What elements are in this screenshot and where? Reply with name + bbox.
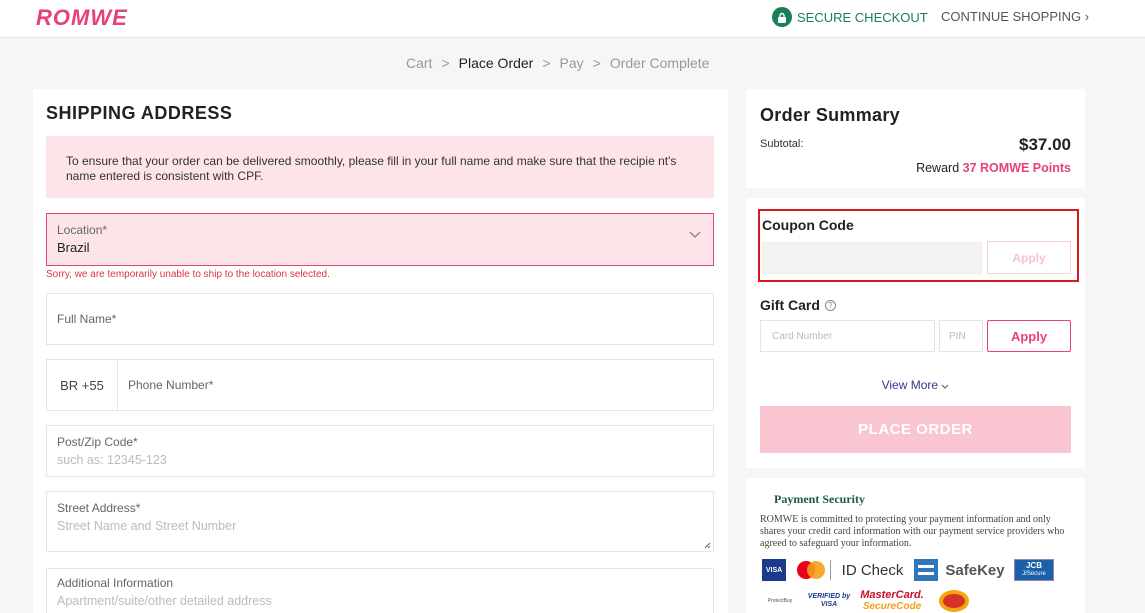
street-address-field[interactable]: Street Address* Street Name and Street N… (46, 491, 714, 552)
secure-checkout-label: SECURE CHECKOUT (797, 9, 928, 25)
subtotal-label: Subtotal: (760, 138, 804, 150)
view-more-label: View More (881, 378, 939, 392)
lock-icon (772, 7, 792, 27)
reward-points: Reward 37 ROMWE Points (916, 161, 1071, 175)
coupon-apply-button[interactable]: Apply (987, 241, 1071, 274)
additional-info-field[interactable]: Additional Information Apartment/suite/o… (46, 568, 714, 613)
mastercard-label: MasterCard. (860, 589, 924, 601)
breadcrumb-pay: Pay (559, 55, 584, 71)
continue-shopping-link[interactable]: CONTINUE SHOPPING › (941, 9, 1089, 24)
romwe-logo[interactable]: ROMWE (36, 5, 128, 31)
visa-logo: VISA (762, 559, 786, 581)
chevron-down-icon (689, 231, 701, 238)
header: ROMWE SECURE CHECKOUT CONTINUE SHOPPING … (0, 0, 1145, 38)
payment-logos: VISA ID Check SafeKey JCB J/Secure Prote… (760, 558, 1080, 613)
subtotal-value: $37.00 (1019, 135, 1071, 154)
coupon-code-title: Coupon Code (762, 217, 854, 233)
reward-prefix: Reward (916, 161, 960, 175)
breadcrumb-separator: > (542, 55, 551, 71)
securecode-label: SecureCode (862, 601, 922, 612)
coupon-code-input[interactable] (762, 242, 982, 274)
gift-card-pin-input[interactable]: PIN (939, 320, 983, 352)
jsecure-label: J/Secure (1022, 571, 1046, 577)
shipping-address-title: SHIPPING ADDRESS (46, 103, 233, 123)
full-name-label: Full Name* (57, 312, 117, 326)
resize-grip-icon[interactable] (704, 542, 711, 549)
mastercard-logo (796, 560, 826, 580)
gift-card-apply-button[interactable]: Apply (987, 320, 1071, 352)
breadcrumb-separator: > (592, 55, 601, 71)
coupon-giftcard-card: Coupon Code Apply Gift Card ? Card Numbe… (746, 198, 1085, 468)
secure-checkout: SECURE CHECKOUT (772, 7, 928, 27)
zip-code-label: Post/Zip Code* (57, 435, 138, 449)
help-icon[interactable]: ? (824, 299, 836, 311)
jcb-label: JCB (1025, 561, 1042, 570)
id-check-logo: ID Check (830, 560, 910, 580)
chevron-right-icon: › (1084, 9, 1090, 24)
breadcrumb-order-complete: Order Complete (609, 55, 710, 71)
street-address-placeholder: Street Name and Street Number (57, 519, 237, 533)
protectbuy-logo: ProtectBuy (767, 598, 793, 604)
gift-card-number-input[interactable]: Card Number (760, 320, 935, 352)
order-summary-title: Order Summary (760, 105, 900, 125)
gift-card-label: Gift Card (760, 297, 820, 313)
location-value: Brazil (57, 240, 90, 255)
breadcrumb-cart[interactable]: Cart (406, 55, 432, 71)
safekey-logo: SafeKey (945, 561, 1005, 579)
additional-info-label: Additional Information (57, 576, 174, 590)
zip-code-field[interactable]: Post/Zip Code* such as: 12345-123 (46, 425, 714, 477)
payment-security-title: Payment Security (774, 492, 865, 506)
phone-field[interactable]: BR +55 Phone Number* (46, 359, 714, 411)
order-summary-card: Order Summary Subtotal: $37.00 Reward 37… (746, 89, 1085, 188)
verified-by-visa-logo: VERIFIED by VISA (807, 593, 851, 608)
location-error: Sorry, we are temporarily unable to ship… (46, 269, 330, 280)
reward-points-suffix: ROMWE Points (980, 161, 1071, 175)
phone-label: Phone Number* (128, 378, 214, 392)
cpf-notice: To ensure that your order can be deliver… (46, 136, 714, 198)
additional-info-placeholder: Apartment/suite/other detailed address (57, 594, 272, 608)
breadcrumb-separator: > (441, 55, 450, 71)
place-order-button[interactable]: PLACE ORDER (760, 406, 1071, 453)
reward-points-count: 37 (962, 161, 977, 175)
full-name-field[interactable]: Full Name* (46, 293, 714, 345)
country-code-select[interactable]: BR +55 (47, 360, 118, 410)
coupon-code-section: Coupon Code Apply (758, 209, 1079, 282)
location-label: Location* (57, 223, 108, 237)
mastercard-securecode-logo: MasterCard. SecureCode (858, 588, 926, 613)
view-more-link[interactable]: View More (746, 378, 1085, 392)
jcb-jsecure-logo: JCB J/Secure (1014, 559, 1054, 581)
breadcrumb-place-order: Place Order (458, 55, 534, 71)
continue-shopping-label: CONTINUE SHOPPING (941, 9, 1082, 24)
breadcrumb: Cart > Place Order > Pay > Order Complet… (406, 55, 709, 71)
payment-security-text: ROMWE is committed to protecting your pa… (760, 514, 1065, 549)
chevron-down-icon (942, 384, 949, 389)
gift-card-title: Gift Card ? (760, 297, 836, 313)
zip-code-placeholder: such as: 12345-123 (57, 453, 167, 467)
shipping-address-panel: SHIPPING ADDRESS To ensure that your ord… (33, 89, 728, 613)
street-address-label: Street Address* (57, 501, 141, 515)
payment-security-card: Payment Security ROMWE is committed to p… (746, 478, 1085, 613)
amex-logo (914, 559, 938, 581)
diners-logo (938, 589, 970, 613)
location-select[interactable]: Location* Brazil (46, 213, 714, 266)
